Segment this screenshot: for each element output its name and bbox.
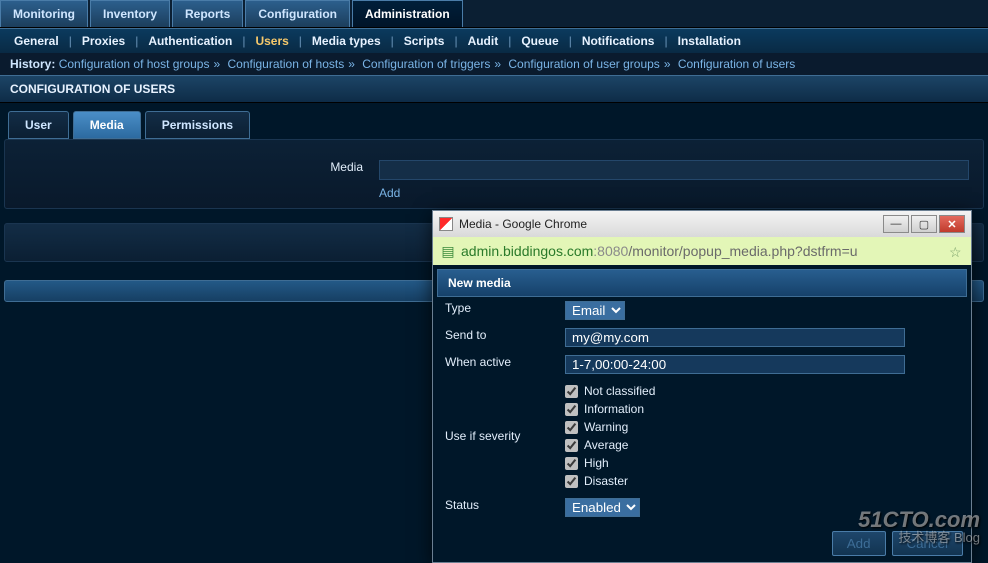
main-nav: Monitoring Inventory Reports Configurati… [0,0,988,28]
subnav-authentication[interactable]: Authentication [144,34,236,48]
config-tabs: User Media Permissions [0,103,988,139]
popup-add-button[interactable]: Add [832,531,886,556]
severity-warning-label: Warning [584,420,628,434]
history-link[interactable]: Configuration of host groups [59,57,210,71]
severity-average-checkbox[interactable] [565,439,578,452]
tab-permissions[interactable]: Permissions [145,111,250,139]
subnav-proxies[interactable]: Proxies [78,34,129,48]
popup-footer: Add Cancel [433,525,971,562]
subnav-general[interactable]: General [10,34,63,48]
bookmark-icon[interactable]: ☆ [949,244,963,258]
url-host: admin.biddingos.com [461,243,593,259]
tab-media[interactable]: Media [73,111,141,139]
popup-title-text: Media - Google Chrome [459,217,587,231]
breadcrumb: History: Configuration of host groups» C… [0,53,988,75]
severity-high-checkbox[interactable] [565,457,578,470]
address-bar[interactable]: ▤ admin.biddingos.com:8080/monitor/popup… [433,237,971,265]
severity-high-label: High [584,456,609,470]
maximize-button[interactable]: ▢ [911,215,937,233]
media-panel: Media Add [4,139,984,209]
subnav-installation[interactable]: Installation [674,34,745,48]
history-link[interactable]: Configuration of hosts [227,57,344,71]
severity-average-label: Average [584,438,628,452]
subnav-media-types[interactable]: Media types [308,34,385,48]
close-button[interactable]: ✕ [939,215,965,233]
severity-information-label: Information [584,402,644,416]
sendto-input[interactable] [565,328,905,347]
page-title: CONFIGURATION OF USERS [0,75,988,103]
whenactive-label: When active [437,351,557,378]
media-list [379,160,969,180]
severity-disaster-checkbox[interactable] [565,475,578,488]
history-link[interactable]: Configuration of users [678,57,795,71]
popup-cancel-button[interactable]: Cancel [892,531,964,556]
severity-not-classified-checkbox[interactable] [565,385,578,398]
popup-section-title: New media [437,269,967,297]
url-port: :8080 [593,243,628,259]
whenactive-input[interactable] [565,355,905,374]
history-label: History: [10,57,55,71]
nav-tab-administration[interactable]: Administration [352,0,463,27]
zabbix-icon [439,217,453,231]
minimize-button[interactable]: — [883,215,909,233]
severity-warning-checkbox[interactable] [565,421,578,434]
tab-user[interactable]: User [8,111,69,139]
add-media-link[interactable]: Add [379,186,400,200]
subnav-audit[interactable]: Audit [464,34,503,48]
subnav-notifications[interactable]: Notifications [578,34,659,48]
nav-tab-configuration[interactable]: Configuration [245,0,350,27]
severity-disaster-label: Disaster [584,474,628,488]
sub-nav: General| Proxies| Authentication| Users|… [0,28,988,53]
status-select[interactable]: Enabled [565,498,640,517]
severity-not-classified-label: Not classified [584,384,655,398]
type-select[interactable]: Email [565,301,625,320]
popup-window: Media - Google Chrome — ▢ ✕ ▤ admin.bidd… [432,210,972,563]
nav-tab-monitoring[interactable]: Monitoring [0,0,88,27]
sendto-label: Send to [437,324,557,351]
type-label: Type [437,297,557,324]
popup-titlebar[interactable]: Media - Google Chrome — ▢ ✕ [433,211,971,237]
subnav-users[interactable]: Users [251,34,292,48]
nav-tab-inventory[interactable]: Inventory [90,0,170,27]
severity-label: Use if severity [437,378,557,494]
url-path: /monitor/popup_media.php?dstfrm=u [628,243,857,259]
history-link[interactable]: Configuration of user groups [508,57,659,71]
status-label: Status [437,494,557,521]
media-label: Media [19,160,379,174]
nav-tab-reports[interactable]: Reports [172,0,243,27]
history-link[interactable]: Configuration of triggers [362,57,490,71]
severity-information-checkbox[interactable] [565,403,578,416]
page-icon: ▤ [441,244,455,258]
subnav-queue[interactable]: Queue [517,34,562,48]
subnav-scripts[interactable]: Scripts [400,34,449,48]
popup-body: New media Type Email Send to When active… [433,265,971,525]
